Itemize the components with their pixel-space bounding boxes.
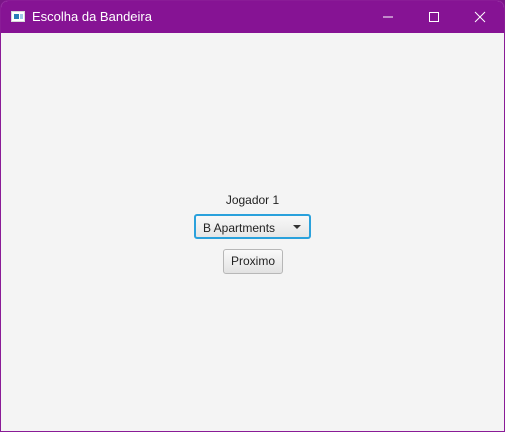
- player-label: Jogador 1: [225, 193, 280, 207]
- flag-select[interactable]: B Apartments: [194, 214, 311, 239]
- window-title: Escolha da Bandeira: [32, 9, 152, 24]
- maximize-button[interactable]: [411, 1, 457, 33]
- next-button[interactable]: Proximo: [223, 249, 283, 274]
- minimize-icon: [383, 16, 393, 18]
- app-window: Escolha da Bandeira Jogador 1 B Apartmen…: [0, 0, 505, 432]
- close-button[interactable]: [457, 1, 503, 33]
- flag-select-value: B Apartments: [203, 221, 276, 235]
- app-window-icon: [11, 11, 25, 22]
- maximize-icon: [429, 12, 439, 22]
- title-bar[interactable]: Escolha da Bandeira: [1, 1, 504, 33]
- chevron-down-icon[interactable]: [293, 225, 301, 229]
- content-area: Jogador 1 B Apartments Proximo: [1, 33, 504, 431]
- close-icon: [474, 11, 486, 23]
- minimize-button[interactable]: [365, 1, 411, 33]
